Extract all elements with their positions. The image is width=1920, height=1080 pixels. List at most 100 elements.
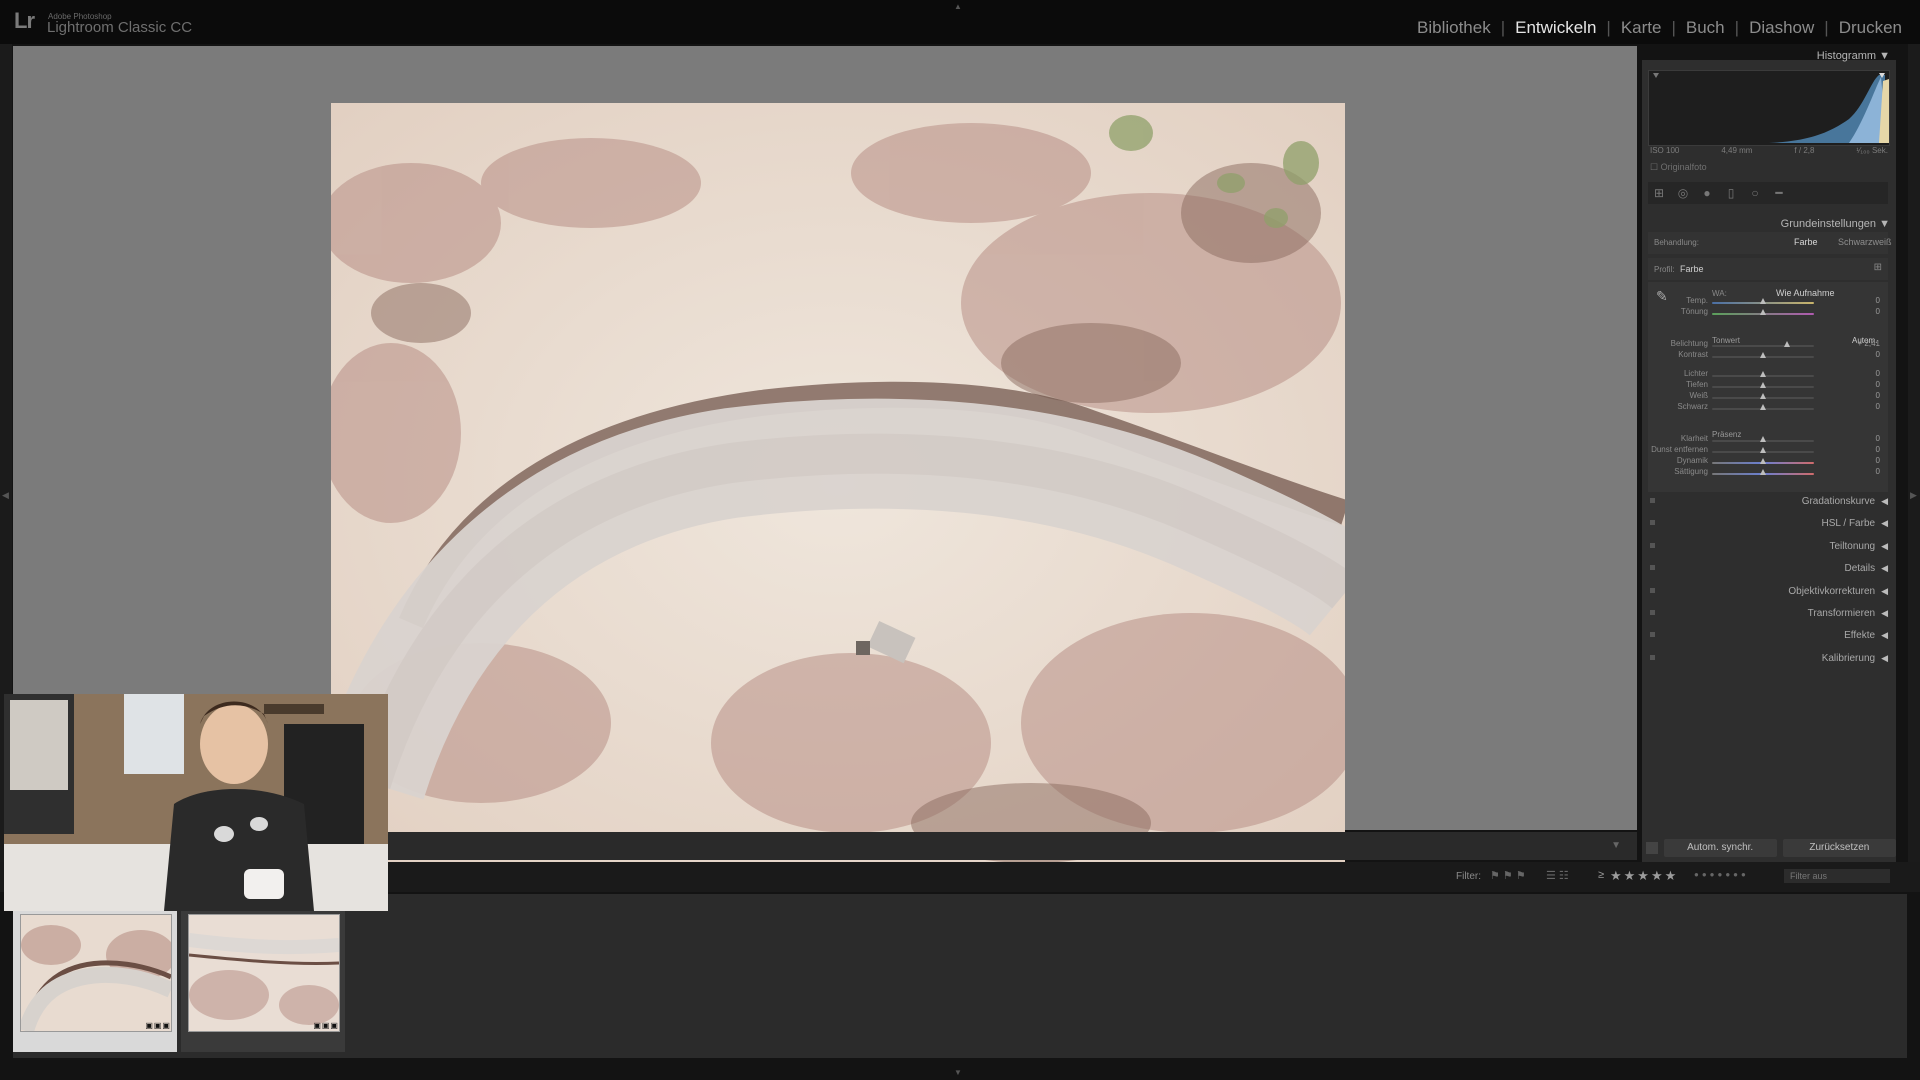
slider-thumb[interactable] <box>1760 352 1766 358</box>
module-separator: | <box>1824 18 1829 37</box>
panel-switch-icon[interactable] <box>1650 587 1655 593</box>
panel-title: Objektivkorrekturen <box>1788 585 1876 597</box>
reset-button[interactable]: Zurücksetzen <box>1782 839 1896 857</box>
panel-header-details[interactable]: Details ◀ <box>1648 563 1888 574</box>
profile-row: Profil: Farbe ⊞ <box>1648 258 1888 280</box>
panel-header-hsl-farbe[interactable]: HSL / Farbe ◀ <box>1648 518 1888 529</box>
slider-thumb[interactable] <box>1760 393 1766 399</box>
slider-value[interactable]: 0 <box>1850 402 1880 411</box>
slider-value[interactable]: 0 <box>1850 434 1880 443</box>
basic-collapse-icon[interactable]: ▼ <box>1879 218 1890 230</box>
expand-left-arrow-icon[interactable]: ◀ <box>2 490 9 501</box>
basic-panel-header[interactable]: Grundeinstellungen ▼ <box>1781 218 1890 230</box>
treatment-label: Behandlung: <box>1654 238 1699 247</box>
expand-arrow-icon[interactable]: ◀ <box>1881 496 1888 506</box>
shutter-speed: ¹⁄₁₀₀ Sek. <box>1856 146 1888 155</box>
slider-value[interactable]: 0 <box>1850 350 1880 359</box>
rating-operator[interactable]: ≥ <box>1598 869 1604 881</box>
wb-value[interactable]: Wie Aufnahme <box>1776 288 1835 298</box>
expand-arrow-icon[interactable]: ◀ <box>1881 541 1888 551</box>
panel-switch-icon[interactable] <box>1650 610 1655 615</box>
panel-switch-icon[interactable] <box>1650 520 1655 526</box>
module-buch[interactable]: Buch <box>1686 18 1725 38</box>
filter-preset-select[interactable]: Filter aus <box>1784 869 1890 883</box>
expand-arrow-icon[interactable]: ◀ <box>1881 563 1888 573</box>
panel-header-teiltonung[interactable]: Teiltonung ◀ <box>1648 541 1888 552</box>
flag-filter-icon[interactable]: ⚑ ⚑ ⚑ <box>1490 869 1526 882</box>
slider-value[interactable]: 0 <box>1850 391 1880 400</box>
graduated-filter-icon[interactable]: ▯ <box>1724 186 1738 200</box>
collapse-top-arrow-icon[interactable]: ▲ <box>954 2 962 11</box>
expand-arrow-icon[interactable]: ◀ <box>1881 653 1888 663</box>
filmstrip-thumb-1[interactable]: ▣▣▣ <box>13 908 177 1052</box>
slider-thumb[interactable] <box>1760 404 1766 410</box>
sync-switch-icon[interactable] <box>1646 842 1658 854</box>
checkbox-icon[interactable]: ☐ <box>1650 162 1658 172</box>
histogram-header[interactable]: Histogramm ▼ <box>1817 50 1890 62</box>
slider-thumb[interactable] <box>1760 436 1766 442</box>
histogram-title: Histogramm <box>1816 50 1877 62</box>
treatment-color-option[interactable]: Farbe <box>1794 237 1818 247</box>
view-options-icon[interactable]: ☰ ☷ <box>1546 869 1569 882</box>
slider-thumb[interactable] <box>1760 382 1766 388</box>
slider-label: Schwarz <box>1677 402 1708 411</box>
panel-switch-icon[interactable] <box>1650 498 1655 503</box>
adjustment-brush-icon[interactable]: ━ <box>1772 186 1786 200</box>
slider-thumb[interactable] <box>1784 341 1791 347</box>
module-diashow[interactable]: Diashow <box>1749 18 1814 38</box>
slider-value[interactable]: 0 <box>1850 307 1880 316</box>
slider-value[interactable]: 0 <box>1850 467 1880 476</box>
right-panel-edge[interactable]: ▶ <box>1908 44 1920 892</box>
panel-switch-icon[interactable] <box>1650 542 1655 548</box>
slider-value[interactable]: 0 <box>1850 380 1880 389</box>
panel-switch-icon[interactable] <box>1650 654 1655 660</box>
red-eye-icon[interactable]: ● <box>1700 186 1714 200</box>
slider-track[interactable] <box>1712 345 1814 347</box>
slider-thumb[interactable] <box>1760 458 1766 464</box>
filmstrip-thumb-2[interactable]: ▣▣▣ <box>181 908 345 1052</box>
module-karte[interactable]: Karte <box>1621 18 1662 38</box>
expand-arrow-icon[interactable]: ◀ <box>1881 608 1888 618</box>
collapse-bottom-arrow-icon[interactable]: ▼ <box>954 1068 962 1077</box>
original-photo-toggle[interactable]: ☐ Originalfoto <box>1650 162 1707 173</box>
panel-header-kalibrierung[interactable]: Kalibrierung ◀ <box>1648 653 1888 664</box>
slider-value[interactable]: 0 <box>1850 296 1880 305</box>
slider-thumb[interactable] <box>1760 298 1766 304</box>
color-label-filter[interactable]: ●●●●●●● <box>1694 870 1749 879</box>
collapse-right-arrow-icon[interactable]: ▶ <box>1910 490 1917 501</box>
slider-thumb[interactable] <box>1760 447 1766 453</box>
slider-value[interactable]: 0 <box>1850 456 1880 465</box>
slider-thumb[interactable] <box>1760 309 1766 315</box>
slider-thumb[interactable] <box>1760 371 1766 377</box>
radial-filter-icon[interactable]: ○ <box>1748 186 1762 200</box>
expand-arrow-icon[interactable]: ◀ <box>1881 586 1888 596</box>
crop-icon[interactable]: ⊞ <box>1652 186 1666 200</box>
panel-header-gradationskurve[interactable]: Gradationskurve ◀ <box>1648 496 1888 507</box>
slider-value[interactable]: 0 <box>1850 369 1880 378</box>
panel-switch-icon[interactable] <box>1650 632 1655 638</box>
module-entwickeln[interactable]: Entwickeln <box>1515 18 1596 38</box>
panel-header-objektivkorrekturen[interactable]: Objektivkorrekturen ◀ <box>1648 586 1888 597</box>
panel-header-transformieren[interactable]: Transformieren ◀ <box>1648 608 1888 619</box>
slider-thumb[interactable] <box>1760 469 1766 475</box>
auto-sync-button[interactable]: Autom. synchr. <box>1663 839 1777 857</box>
panel-switch-icon[interactable] <box>1650 565 1655 571</box>
module-drucken[interactable]: Drucken <box>1839 18 1902 38</box>
aperture-value: f / 2,8 <box>1794 146 1815 155</box>
treatment-bw-option[interactable]: Schwarzweiß <box>1838 237 1892 247</box>
histogram-collapse-icon[interactable]: ▼ <box>1879 50 1890 62</box>
profile-value[interactable]: Farbe <box>1680 264 1704 274</box>
expand-arrow-icon[interactable]: ◀ <box>1881 630 1888 640</box>
panel-title: HSL / Farbe <box>1821 518 1876 530</box>
rating-stars-filter[interactable]: ★★★★★ <box>1610 868 1678 884</box>
histogram-graph[interactable] <box>1648 70 1890 146</box>
expand-arrow-icon[interactable]: ◀ <box>1881 518 1888 528</box>
toolbar-menu-arrow-icon[interactable]: ▼ <box>1611 840 1621 851</box>
slider-value[interactable]: 0 <box>1850 445 1880 454</box>
module-bibliothek[interactable]: Bibliothek <box>1417 18 1491 38</box>
panel-header-effekte[interactable]: Effekte ◀ <box>1648 630 1888 641</box>
slider-value[interactable]: + 2,41 <box>1850 339 1880 348</box>
thumbnail-badges-icon: ▣▣▣ <box>313 1021 339 1030</box>
profile-browser-icon[interactable]: ⊞ <box>1874 262 1882 273</box>
spot-removal-icon[interactable]: ◎ <box>1676 186 1690 200</box>
